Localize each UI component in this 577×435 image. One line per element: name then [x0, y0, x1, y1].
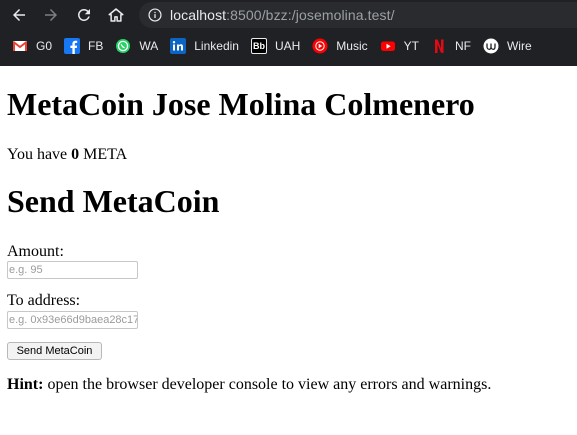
home-icon[interactable] — [106, 5, 126, 25]
facebook-icon — [64, 38, 81, 54]
balance-line: You have 0 META — [7, 145, 127, 164]
browser-toolbar: localhost:8500/bzz:/josemolina.test/ — [0, 0, 577, 30]
bookmark-label: FB — [88, 39, 104, 53]
info-icon[interactable] — [148, 8, 162, 22]
whatsapp-icon — [115, 38, 131, 54]
url-text[interactable]: localhost:8500/bzz:/josemolina.test/ — [170, 7, 395, 23]
balance-prefix: You have — [7, 146, 72, 163]
linkedin-icon — [170, 38, 187, 54]
browser-chrome: localhost:8500/bzz:/josemolina.test/ G0 … — [0, 0, 577, 66]
wire-icon — [483, 38, 499, 54]
amount-input[interactable] — [7, 261, 138, 279]
blackboard-icon: Bb — [250, 38, 267, 54]
bookmark-linkedin[interactable]: Linkedin — [170, 36, 239, 56]
back-arrow-icon[interactable] — [9, 5, 29, 25]
hint-label: Hint: — [7, 376, 44, 393]
bookmark-label: YT — [403, 39, 419, 53]
balance-amount: 0 — [71, 146, 80, 163]
forward-arrow-icon[interactable] — [41, 5, 61, 25]
bookmark-label: Music — [336, 39, 368, 53]
address-label: To address: — [7, 292, 81, 309]
balance-unit: META — [79, 146, 128, 163]
address-bar[interactable]: localhost:8500/bzz:/josemolina.test/ — [139, 2, 577, 28]
bookmark-yt[interactable]: YT — [380, 36, 419, 56]
address-input[interactable] — [7, 311, 138, 329]
bookmark-label: WA — [139, 39, 159, 53]
netflix-icon — [431, 38, 447, 54]
bookmark-music[interactable]: Music — [312, 36, 368, 56]
send-metacoin-button[interactable]: Send MetaCoin — [7, 342, 102, 360]
amount-label: Amount: — [7, 243, 64, 260]
bookmark-label: NF — [454, 39, 471, 53]
bookmark-wa[interactable]: WA — [115, 36, 158, 56]
bookmark-uah[interactable]: Bb UAH — [250, 36, 301, 56]
bookmark-label: UAH — [274, 39, 301, 53]
hint-line: Hint: open the browser developer console… — [7, 375, 491, 394]
bookmark-g0[interactable]: G0 — [12, 36, 52, 56]
bookmark-label: Linkedin — [194, 39, 239, 53]
page-title: MetaCoin Jose Molina Colmenero — [7, 86, 475, 122]
send-section-title: Send MetaCoin — [7, 183, 220, 219]
url-path: :8500/bzz:/josemolina.test/ — [226, 7, 395, 23]
youtube-music-icon — [312, 38, 328, 54]
url-host: localhost — [170, 7, 227, 23]
reload-icon[interactable] — [74, 5, 94, 25]
youtube-icon — [380, 38, 396, 54]
bookmark-nf[interactable]: NF — [431, 36, 471, 56]
bookmark-label: G0 — [36, 39, 53, 53]
bookmarks-bar: G0 FB WA Linkedin Bb UAH Music YT NF Wir… — [0, 33, 577, 59]
bookmark-label: Wire — [506, 39, 532, 53]
bookmark-fb[interactable]: FB — [64, 36, 103, 56]
bookmark-wire[interactable]: Wire — [483, 36, 532, 56]
gmail-icon — [12, 38, 28, 54]
hint-text: open the browser developer console to vi… — [43, 376, 492, 393]
